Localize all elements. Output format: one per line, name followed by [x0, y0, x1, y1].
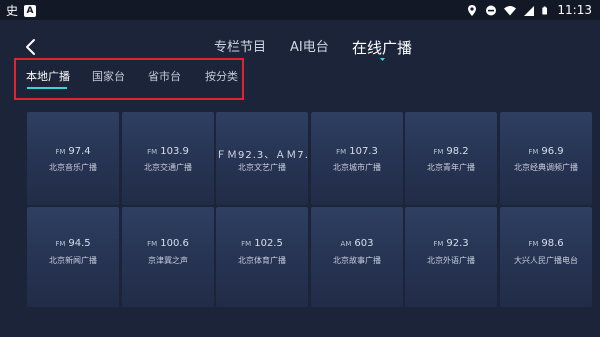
station-freq-value: 96.9	[541, 146, 564, 157]
station-card[interactable]: FM 97.4 北京音乐广播	[27, 112, 119, 205]
station-name: 北京交通广播	[144, 163, 192, 172]
sub-tab-local[interactable]: 本地广播	[26, 70, 70, 84]
station-freq-value: ＦＭ92.3、ＡＭ7…	[216, 150, 308, 161]
station-card[interactable]: FM 98.6 大兴人民广播电台	[500, 207, 592, 307]
station-freq-value: 97.4	[68, 146, 91, 157]
station-name: 北京外语广播	[427, 256, 475, 265]
station-frequency: FM 97.4	[27, 146, 119, 157]
status-bar: 史 A 11:13	[0, 0, 600, 20]
station-frequency: FM 100.6	[122, 238, 214, 249]
clock: 11:13	[557, 3, 592, 17]
station-freq-value: 98.2	[446, 146, 469, 157]
station-band: FM	[55, 148, 66, 156]
app-notification-icon: 史	[6, 4, 19, 18]
station-name: 北京文艺广播	[238, 163, 286, 172]
station-name: 大兴人民广播电台	[514, 256, 578, 265]
station-freq-value: 94.5	[68, 238, 91, 249]
station-card[interactable]: FM 102.5 北京体育广播	[216, 207, 308, 307]
station-band: FM	[147, 240, 158, 248]
tab-columns[interactable]: 专栏节目	[214, 38, 266, 58]
station-frequency: FM 107.3	[311, 146, 403, 157]
station-card[interactable]: FM 98.2 北京青年广播	[405, 112, 497, 205]
station-grid: FM 97.4 北京音乐广播 FM 103.9 北京交通广播 ＦＭ92.3、ＡＭ7… 北京文艺…	[27, 112, 593, 337]
station-freq-value: 107.3	[349, 146, 378, 157]
station-frequency: FM 98.6	[500, 238, 592, 249]
station-name: 北京新闻广播	[49, 256, 97, 265]
battery-icon	[542, 6, 548, 14]
station-band: FM	[433, 240, 444, 248]
station-freq-value: 92.3	[446, 238, 469, 249]
station-name: 北京青年广播	[427, 163, 475, 172]
station-card[interactable]: ＦＭ92.3、ＡＭ7… 北京文艺广播	[216, 112, 308, 205]
station-freq-value: 100.6	[160, 238, 189, 249]
station-card[interactable]: FM 96.9 北京经典调频广播	[500, 112, 592, 205]
a-notification-icon: A	[24, 4, 37, 17]
sub-tab-by-category[interactable]: 按分类	[205, 70, 238, 84]
sub-tab-underline	[27, 87, 67, 89]
station-band: AM	[340, 240, 352, 248]
station-card[interactable]: FM 100.6 京津冀之声	[122, 207, 214, 307]
station-freq-value: 603	[354, 238, 374, 249]
wifi-icon	[504, 5, 517, 15]
sub-tab-bar: 本地广播 国家台 省市台 按分类	[14, 58, 244, 100]
station-frequency: FM 102.5	[216, 238, 308, 249]
station-band: FM	[528, 240, 539, 248]
station-name: 北京城市广播	[333, 163, 381, 172]
station-frequency: ＦＭ92.3、ＡＭ7…	[216, 146, 308, 161]
station-card[interactable]: FM 103.9 北京交通广播	[122, 112, 214, 205]
dnd-icon	[486, 5, 497, 15]
station-frequency: FM 98.2	[405, 146, 497, 157]
station-frequency: AM 603	[311, 238, 403, 249]
station-freq-value: 103.9	[160, 146, 189, 157]
signal-icon	[524, 5, 535, 16]
station-card[interactable]: AM 603 北京故事广播	[311, 207, 403, 307]
station-band: FM	[241, 240, 252, 248]
station-band: FM	[147, 148, 158, 156]
station-frequency: FM 94.5	[27, 238, 119, 249]
station-freq-value: 102.5	[254, 238, 283, 249]
station-card[interactable]: FM 92.3 北京外语广播	[405, 207, 497, 307]
tab-online-broadcast[interactable]: 在线广播	[352, 38, 412, 58]
station-frequency: FM 96.9	[500, 146, 592, 157]
station-frequency: FM 103.9	[122, 146, 214, 157]
station-band: FM	[433, 148, 444, 156]
location-icon	[468, 4, 477, 16]
sub-tab-national[interactable]: 国家台	[92, 70, 125, 84]
sub-tab-provincial[interactable]: 省市台	[148, 70, 181, 84]
tab-ai-radio[interactable]: AI电台	[290, 38, 329, 58]
station-name: 北京经典调频广播	[514, 163, 578, 172]
station-band: FM	[55, 240, 66, 248]
station-name: 北京音乐广播	[49, 163, 97, 172]
station-band: FM	[528, 148, 539, 156]
station-name: 京津冀之声	[148, 256, 188, 265]
station-freq-value: 98.6	[541, 238, 564, 249]
station-band: FM	[336, 148, 347, 156]
active-tab-indicator	[380, 58, 385, 61]
station-card[interactable]: FM 94.5 北京新闻广播	[27, 207, 119, 307]
station-card[interactable]: FM 107.3 北京城市广播	[311, 112, 403, 205]
station-frequency: FM 92.3	[405, 238, 497, 249]
station-name: 北京故事广播	[333, 256, 381, 265]
station-name: 北京体育广播	[238, 256, 286, 265]
